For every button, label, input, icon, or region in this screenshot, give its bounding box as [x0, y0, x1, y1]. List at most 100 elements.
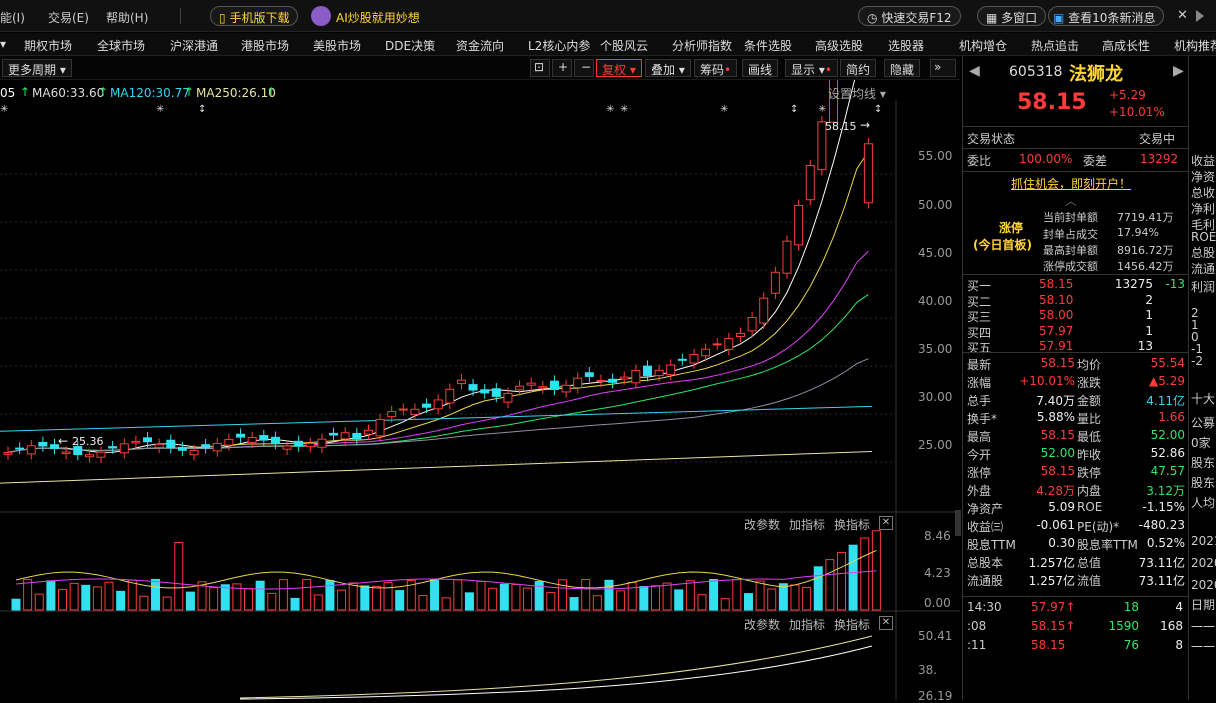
stock-change-pct: +10.01%	[1109, 105, 1165, 119]
kline-chart[interactable]: ✳ ✳ ↕ ✳ ✳ ✳ ↕ ✳ ↕	[0, 0, 960, 700]
candle-body	[666, 364, 676, 376]
mobile-download-button[interactable]: ▯ 手机版下载	[210, 6, 299, 26]
nav-item-fund-flow[interactable]: 资金流向	[456, 37, 504, 54]
overlay-button[interactable]: 叠加 ▾	[645, 59, 691, 77]
nav-item-screener[interactable]: 选股器	[888, 37, 924, 54]
side-strip-item: 公募	[1191, 416, 1216, 430]
nav-item-hk-connect[interactable]: 沪深港通	[170, 37, 218, 54]
expand-icon[interactable]: »	[930, 59, 956, 77]
volume-bar	[871, 530, 881, 611]
vol-tick: 0.00	[924, 596, 951, 610]
period-select[interactable]: 更多周期 ▾	[2, 59, 72, 77]
display-button[interactable]: 显示 ▾•	[785, 59, 838, 77]
quote-panel: ◀ 605318 法狮龙 ▶ 58.15 +5.29 +10.01% 交易状态 …	[962, 56, 1188, 700]
zoom-out-icon[interactable]: −	[574, 59, 594, 77]
volume-bar	[860, 537, 870, 611]
close-news-icon[interactable]: ✕	[1177, 8, 1188, 23]
ind-add-link[interactable]: 加指标	[789, 616, 825, 633]
nav-item-hot[interactable]: 热点追击	[1031, 37, 1079, 54]
hide-button[interactable]: 隐藏	[884, 59, 921, 77]
collapse-up-icon[interactable]: ︿	[1065, 192, 1077, 209]
candle-body	[131, 440, 141, 444]
nav-item-global[interactable]: 全球市场	[97, 37, 145, 54]
nav-item-analyst[interactable]: 分析师指数	[672, 37, 732, 54]
nav-item-advanced[interactable]: 高级选股	[815, 37, 863, 54]
chips-button[interactable]: 筹码•	[694, 59, 738, 77]
event-marker-icon: ✳	[156, 104, 164, 115]
nav-prev-icon[interactable]: ▾	[0, 37, 6, 51]
menu-help[interactable]: 帮助(H)	[106, 9, 148, 26]
volume-bar	[371, 585, 381, 611]
ind-switch-link[interactable]: 换指标	[834, 616, 870, 633]
lock-icon[interactable]: ⊡	[530, 59, 550, 77]
simple-button[interactable]: 简约	[840, 59, 877, 77]
zoom-in-icon[interactable]: +	[552, 59, 572, 77]
volume-bar	[209, 587, 219, 611]
collapse-handle[interactable]	[955, 510, 961, 536]
menu-function[interactable]: 能(I)	[0, 9, 25, 26]
vol-close-icon[interactable]: ✕	[879, 516, 893, 530]
volume-bar	[790, 584, 800, 611]
stat-label: 换手*	[967, 412, 998, 426]
multi-window-button[interactable]: ▦ 多窗口	[977, 6, 1047, 26]
nav-item-us[interactable]: 美股市场	[313, 37, 361, 54]
nav-item-institution[interactable]: 机构增仓	[959, 37, 1007, 54]
candle-body	[410, 408, 420, 415]
vol-params-link[interactable]: 改参数	[744, 516, 780, 533]
nav-item-hk[interactable]: 港股市场	[241, 37, 289, 54]
candle-body	[340, 432, 350, 440]
ma-lines	[0, 66, 873, 484]
volume-bar	[418, 594, 428, 611]
stat-value: -480.23	[1138, 518, 1185, 532]
prev-stock-icon[interactable]: ◀	[969, 63, 980, 79]
side-strip-item: 净资	[1191, 170, 1216, 184]
volume-bar	[499, 583, 509, 611]
menu-trade[interactable]: 交易(E)	[48, 9, 89, 26]
vol-add-link[interactable]: 加指标	[789, 516, 825, 533]
ai-stock-link[interactable]: AI炒股就用妙想	[336, 9, 420, 26]
stat-label: 总值	[1077, 556, 1102, 570]
side-strip-item: 股东	[1191, 456, 1216, 470]
drawline-button[interactable]: 画线	[742, 59, 779, 77]
quick-trade-button[interactable]: ◷ 快速交易F12	[858, 6, 961, 26]
candle-body	[189, 449, 199, 456]
limit-info-label: 最高封单额	[1043, 244, 1098, 257]
stat-label: 量比	[1077, 412, 1102, 426]
nav-item-l2[interactable]: L2核心内参	[528, 37, 590, 54]
candle-body	[549, 380, 559, 390]
nav-item-dde[interactable]: DDE决策	[385, 37, 435, 54]
news-button[interactable]: ▣ 查看10条新消息	[1048, 6, 1165, 26]
tick-time: 14:30	[967, 600, 1002, 614]
candle-body	[584, 372, 594, 377]
volume-bar	[46, 580, 56, 611]
candle-body	[608, 378, 618, 383]
stat-label: 流通股	[967, 574, 1004, 588]
candle-body	[468, 384, 478, 391]
bid-volume: 1	[1145, 323, 1153, 338]
nav-item-growth[interactable]: 高成长性	[1102, 37, 1150, 54]
y-tick: 40.00	[918, 294, 953, 308]
stat-value: 55.54	[1150, 356, 1185, 370]
fuquan-button[interactable]: 复权 ▾	[596, 59, 642, 77]
ind-close-icon[interactable]: ✕	[879, 616, 893, 630]
stat-label: 昨收	[1077, 448, 1102, 462]
next-stock-icon[interactable]: ▶	[1173, 63, 1184, 79]
ma-legend-prefix: 05	[0, 86, 16, 100]
nav-item-options[interactable]: 期权市场	[24, 37, 72, 54]
y-tick: 45.00	[918, 246, 953, 260]
nav-item-stock-cloud[interactable]: 个股风云	[600, 37, 648, 54]
nav-item-condition[interactable]: 条件选股	[744, 37, 792, 54]
ind-params-link[interactable]: 改参数	[744, 616, 780, 633]
ma-setting-link[interactable]: 设置均线 ▾	[828, 85, 886, 102]
stat-value: 58.15	[1040, 464, 1075, 478]
nav-item-recommend[interactable]: 机构推荐	[1174, 37, 1216, 54]
candle-body	[747, 317, 757, 332]
candle-body	[236, 433, 246, 438]
stat-value: 52.86	[1150, 446, 1185, 460]
volume-bar	[430, 578, 440, 611]
scroll-right-icon[interactable]	[1196, 10, 1204, 22]
vol-switch-link[interactable]: 换指标	[834, 516, 870, 533]
side-strip-item: ROE	[1191, 230, 1216, 244]
open-account-link[interactable]: 抓住机会，即刻开户！	[1011, 175, 1131, 192]
candle-body	[352, 432, 362, 440]
